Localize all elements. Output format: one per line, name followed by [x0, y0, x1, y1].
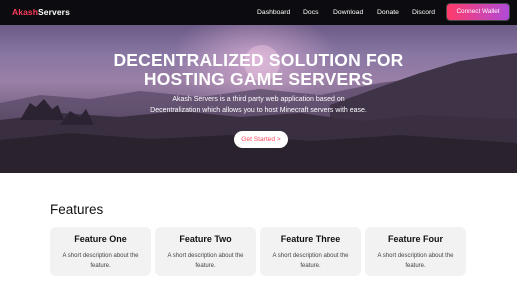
nav-link-donate[interactable]: Donate — [377, 0, 399, 25]
hero-description: Akash Servers is a third party web appli… — [150, 96, 367, 114]
brand-logo-part1: Akash — [12, 7, 39, 17]
brand-logo[interactable]: AkashServers — [12, 0, 70, 25]
feature-card-description: A short description about the feature. — [377, 253, 454, 269]
get-started-button[interactable]: Get Started > — [234, 131, 288, 148]
feature-card-description: A short description about the feature. — [62, 253, 139, 269]
features-heading: Features — [50, 202, 104, 217]
nav-link-dashboard[interactable]: Dashboard — [257, 0, 290, 25]
connect-wallet-button[interactable]: Connect Wallet — [447, 4, 509, 20]
feature-card-one: Feature One A short description about th… — [50, 227, 151, 276]
nav-link-docs[interactable]: Docs — [303, 0, 319, 25]
feature-card-title: Feature Four — [387, 234, 443, 244]
feature-card-four: Feature Four A short description about t… — [365, 227, 466, 276]
feature-card-three: Feature Three A short description about … — [260, 227, 361, 276]
feature-card-description: A short description about the feature. — [167, 253, 244, 269]
hero-title-line1: DECENTRALIZED SOLUTION FOR — [113, 50, 404, 70]
feature-card-title: Feature One — [74, 234, 127, 244]
nav-link-download[interactable]: Download — [333, 0, 363, 25]
nav-link-discord[interactable]: Discord — [412, 0, 435, 25]
top-navbar: AkashServers Dashboard Docs Download Don… — [0, 0, 517, 25]
hero-section: DECENTRALIZED SOLUTION FOR HOSTING GAME … — [0, 25, 517, 173]
brand-logo-part2: Servers — [38, 7, 70, 17]
hero-title-line2: HOSTING GAME SERVERS — [143, 69, 374, 89]
feature-card-title: Feature Two — [179, 234, 232, 244]
feature-card-description: A short description about the feature. — [272, 253, 349, 269]
feature-card-two: Feature Two A short description about th… — [155, 227, 256, 276]
feature-card-title: Feature Three — [280, 234, 341, 244]
